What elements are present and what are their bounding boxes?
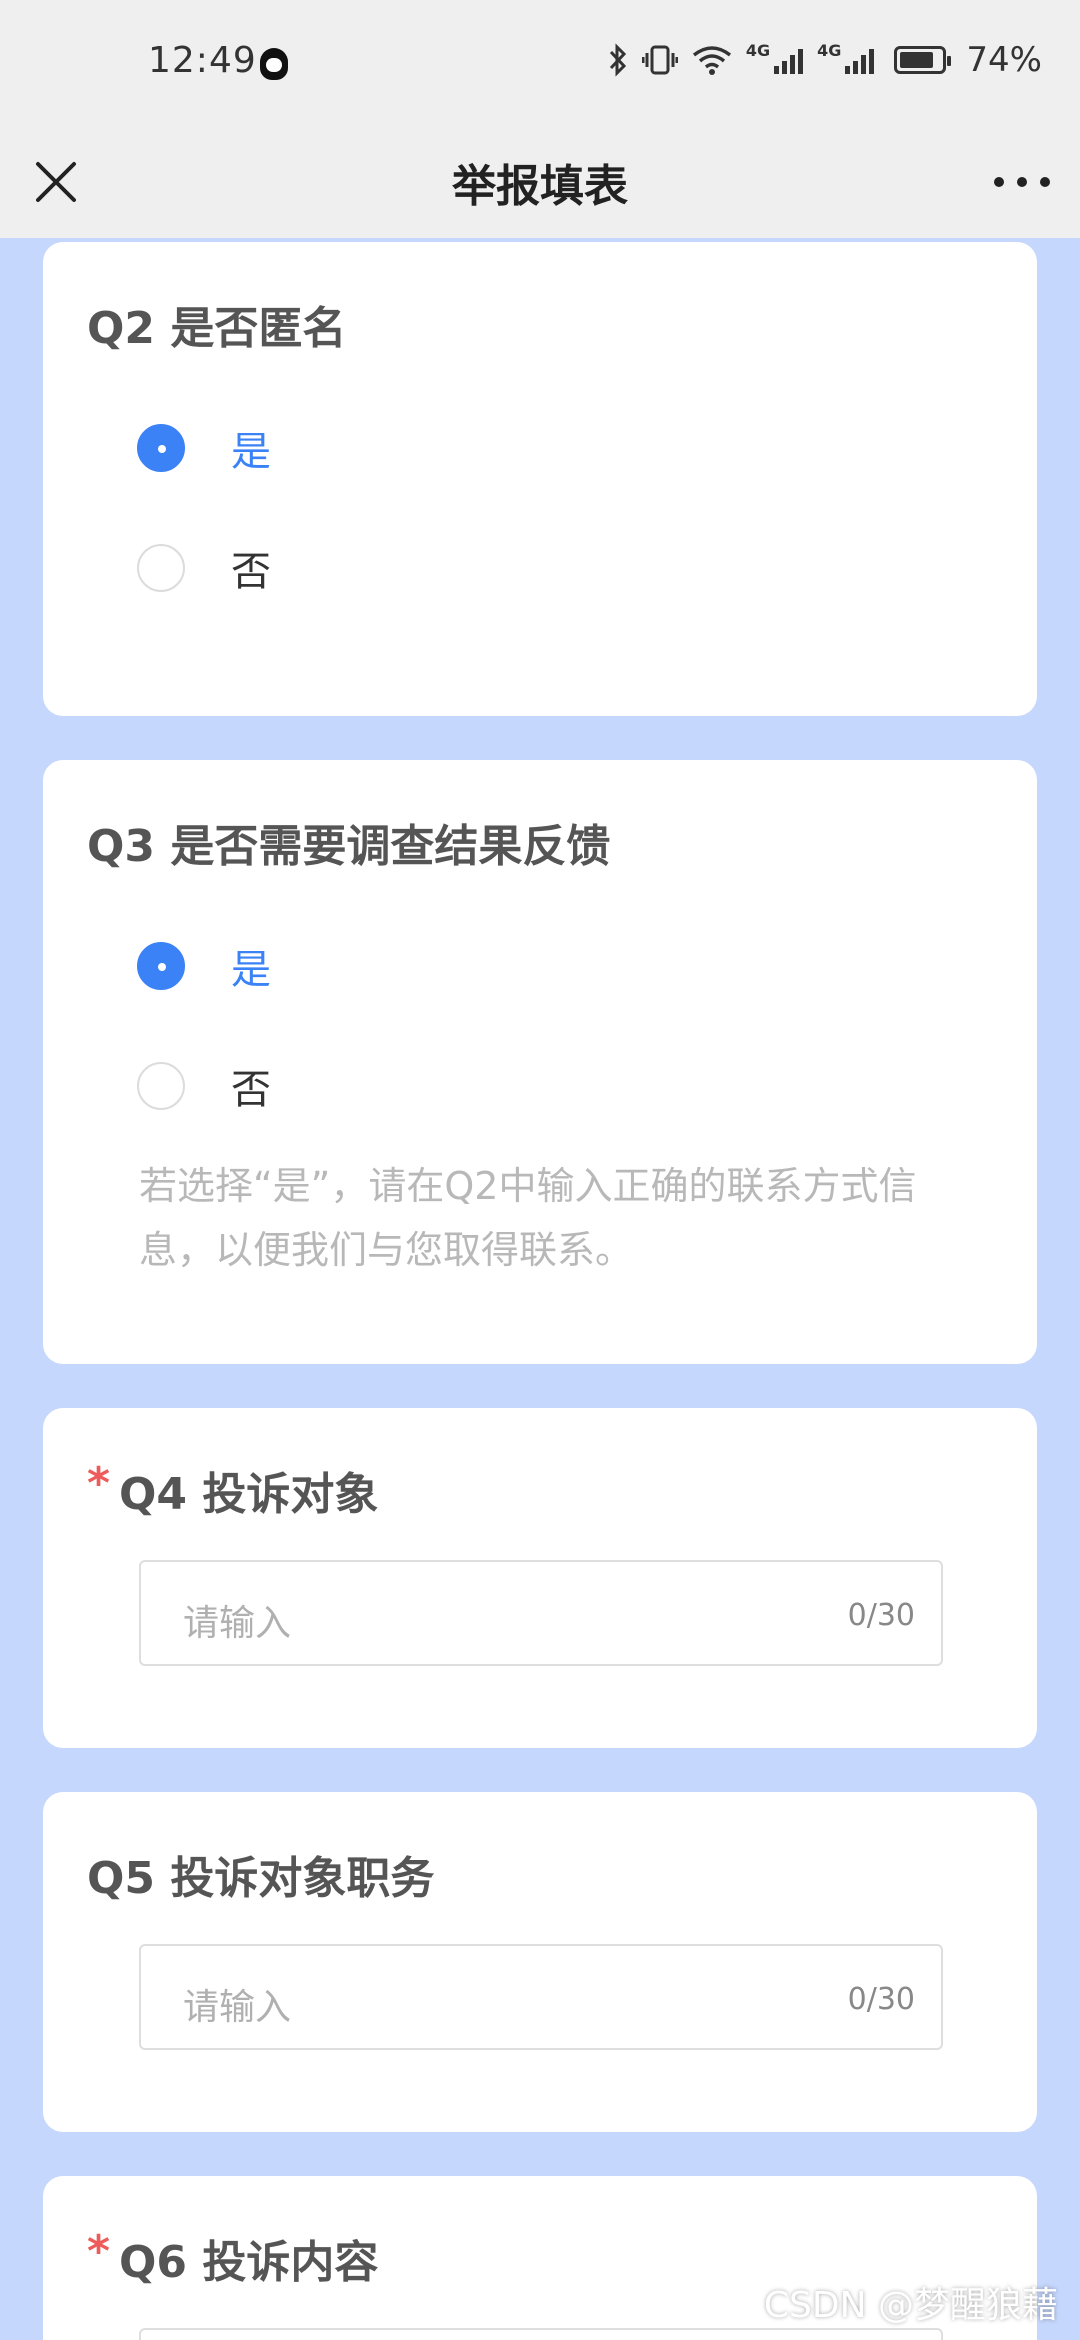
qq-icon bbox=[260, 48, 288, 80]
complaint-position-input[interactable]: 请输入 0/30 bbox=[139, 1944, 943, 2050]
question-title: Q3 是否需要调查结果反馈 bbox=[87, 821, 611, 872]
radio-label: 是 bbox=[231, 947, 271, 993]
more-icon[interactable] bbox=[994, 160, 1050, 204]
network-type-1: 4G bbox=[745, 40, 771, 60]
radio-button[interactable] bbox=[137, 942, 185, 990]
battery-icon bbox=[894, 46, 952, 74]
complaint-content-input[interactable] bbox=[139, 2328, 943, 2340]
char-counter: 0/30 bbox=[847, 1982, 915, 2017]
status-bar: 12:49 4G 4G 74% bbox=[0, 0, 1080, 128]
radio-option-yes[interactable]: 是 bbox=[137, 936, 271, 996]
page-title: 举报填表 bbox=[452, 161, 628, 212]
radio-button[interactable] bbox=[137, 1062, 185, 1110]
input-placeholder: 请输入 bbox=[183, 1603, 292, 1644]
complaint-target-input[interactable]: 请输入 0/30 bbox=[139, 1560, 943, 1666]
watermark: CSDN @梦醒狼藉 bbox=[763, 2285, 1058, 2326]
radio-option-no[interactable]: 否 bbox=[137, 538, 271, 598]
status-icons: 4G 4G 74% bbox=[608, 40, 1042, 80]
radio-label: 是 bbox=[231, 429, 271, 475]
status-time: 12:49 bbox=[148, 40, 257, 81]
question-title: Q5 投诉对象职务 bbox=[87, 1853, 435, 1904]
bluetooth-icon bbox=[609, 43, 626, 77]
question-card-q5: Q5 投诉对象职务 请输入 0/30 bbox=[43, 1792, 1037, 2132]
radio-button[interactable] bbox=[137, 544, 185, 592]
network-type-2: 4G bbox=[817, 40, 842, 60]
signal-icon bbox=[845, 46, 875, 74]
question-title: Q6 投诉内容 bbox=[119, 2237, 379, 2288]
hint-text: 若选择“是”，请在Q2中输入正确的联系方式信息，以便我们与您取得联系。 bbox=[139, 1164, 917, 1272]
radio-label: 否 bbox=[231, 549, 271, 595]
question-title: Q4 投诉对象 bbox=[119, 1469, 379, 1520]
radio-label: 否 bbox=[231, 1067, 271, 1113]
question-card-q2: Q2 是否匿名 是 否 bbox=[43, 242, 1037, 716]
radio-button[interactable] bbox=[137, 424, 185, 472]
question-title: Q2 是否匿名 bbox=[87, 303, 347, 354]
required-mark: * bbox=[87, 2226, 111, 2277]
required-mark: * bbox=[87, 1458, 111, 1509]
radio-option-no[interactable]: 否 bbox=[137, 1056, 271, 1116]
vibrate-icon bbox=[641, 45, 678, 75]
battery-percent: 74% bbox=[966, 40, 1042, 80]
question-card-q4: * Q4 投诉对象 请输入 0/30 bbox=[43, 1408, 1037, 1748]
wifi-icon bbox=[692, 46, 731, 75]
input-placeholder: 请输入 bbox=[183, 1987, 292, 2028]
nav-bar: 举报填表 bbox=[0, 128, 1080, 238]
radio-option-yes[interactable]: 是 bbox=[137, 418, 271, 478]
char-counter: 0/30 bbox=[847, 1598, 915, 1633]
question-card-q3: Q3 是否需要调查结果反馈 是 否 若选择“是”，请在Q2中输入正确的联系方式信… bbox=[43, 760, 1037, 1364]
signal-icon bbox=[774, 46, 804, 74]
